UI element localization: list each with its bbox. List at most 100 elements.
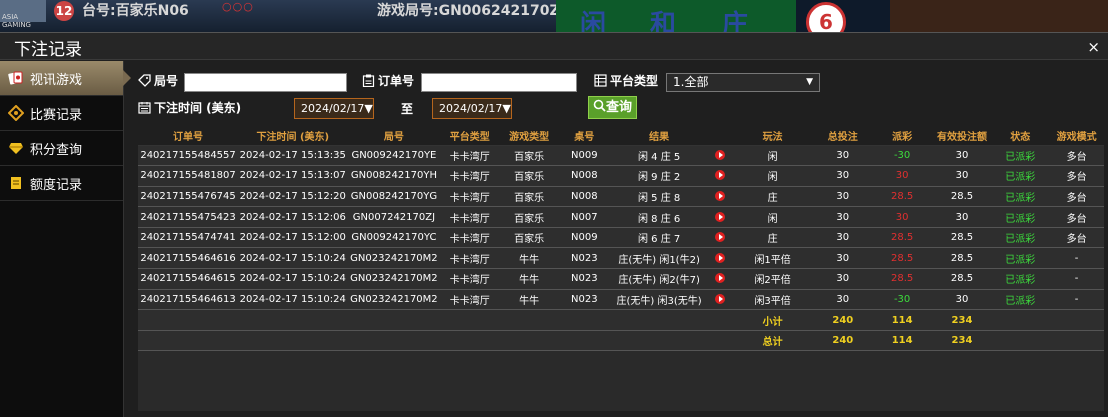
cell-result: 庄(无牛) 闲1(牛2) [609,247,709,270]
cell-valid: 28.5 [932,227,992,249]
cell-platform: 卡卡湾厅 [440,289,500,311]
col-header-replay [708,127,732,146]
board-label-tie: 和 [650,10,677,32]
cell-play: 闲1平倍 [731,247,814,270]
cell-bet: 30 [813,145,872,167]
round-label-text: 局号 [154,74,179,88]
video-replay-icon[interactable] [714,170,725,181]
video-replay-icon[interactable] [714,190,725,201]
cell-bet: 30 [813,268,872,290]
replay-cell [708,268,732,290]
sidebar-item-points-query[interactable]: 积分查询 [0,131,123,166]
cell-play: 闲3平倍 [731,289,814,311]
col-header-result: 结果 [609,127,709,146]
cell-order: 240217155484557 [138,145,239,167]
cell-game: 牛牛 [499,268,560,290]
video-replay-icon[interactable] [714,273,725,284]
cell-payout: 30 [871,165,933,187]
cell-play: 闲 [731,165,814,187]
cell-table: N023 [559,289,610,311]
cell-valid: 28.5 [932,247,992,270]
baccarat-board: 闲 和 庄 [556,0,796,32]
cell-game: 百家乐 [499,165,560,187]
cell-order: 240217155464613 [138,289,239,311]
cell-payout: -30 [871,289,933,311]
cell-valid: 30 [932,165,992,187]
cell-platform: 卡卡湾厅 [440,165,500,187]
col-header-mode: 游戏模式 [1049,127,1104,146]
cell-platform: 卡卡湾厅 [440,247,500,270]
col-header-platform: 平台类型 [440,127,500,146]
cards-icon [8,70,24,86]
search-icon [593,99,606,115]
video-replay-icon[interactable] [714,149,725,160]
sidebar-item-label: 额度记录 [30,177,83,193]
cell-result: 闲 8 庄 6 [609,206,709,228]
caret-down-icon: ▼ [364,102,373,115]
cell-game: 牛牛 [499,247,560,270]
col-header-time: 下注时间 (美东) [238,127,348,146]
col-header-round: 局号 [347,127,441,146]
table-row: 240217155464613 2024-02-17 15:10:24 GN0232… [138,289,1104,311]
query-button[interactable]: 查询 [588,96,638,119]
cell-status: 已派彩 [991,289,1050,311]
board-label-banker: 庄 [722,10,749,32]
col-header-order: 订单号 [138,127,239,146]
replay-cell [708,227,732,249]
cell-platform: 卡卡湾厅 [440,186,500,208]
video-replay-icon[interactable] [714,232,725,243]
col-header-play: 玩法 [731,127,814,146]
cell-mode: - [1049,289,1104,311]
cell-round: GN008242170YG [347,186,441,208]
table-empty-area [138,351,1104,412]
cell-table: N008 [559,186,610,208]
video-replay-icon[interactable] [714,293,725,304]
sidebar-item-live-games[interactable]: 视讯游戏 [0,61,131,96]
cell-time: 2024-02-17 15:10:24 [238,289,348,311]
grid-list-icon [594,74,607,87]
col-header-table: 桌号 [559,127,610,146]
date-from-picker[interactable]: 2024/02/17▼ [294,98,374,119]
video-replay-icon[interactable] [714,211,725,222]
platform-type-select[interactable]: 1.全部 ▼ [666,73,820,92]
platform-label-text: 平台类型 [610,74,659,88]
card-indicators: ○○○ [222,0,254,13]
replay-cell [708,206,732,228]
cell-time: 2024-02-17 15:12:06 [238,206,348,228]
order-number-input[interactable] [421,73,577,92]
subtotal-valid: 234 [932,309,992,331]
close-button[interactable]: × [1087,38,1100,56]
cell-valid: 30 [932,145,992,167]
total-label: 总计 [731,330,814,352]
cell-status: 已派彩 [991,268,1050,290]
video-replay-icon[interactable] [714,252,725,263]
cell-time: 2024-02-17 15:12:20 [238,186,348,208]
table-row: 240217155476745 2024-02-17 15:12:20 GN0082… [138,186,1104,208]
date-to-picker[interactable]: 2024/02/17▼ [432,98,512,119]
cell-payout: 30 [871,206,933,228]
subtotal-row: 小计 240 114 234 [138,309,1104,331]
replay-cell [708,186,732,208]
round-number-input[interactable] [184,73,347,92]
cell-platform: 卡卡湾厅 [440,227,500,249]
replay-cell [708,247,732,270]
main-content: 局号 订单号 平台类型 1.全部 ▼ 下注时间 (美东) 2024/02/17▼… [138,61,1104,417]
replay-cell [708,165,732,187]
sidebar-item-credit-records[interactable]: 额度记录 [0,166,123,201]
cell-mode: - [1049,247,1104,270]
bet-time-filter-label: 下注时间 (美东) [138,99,241,116]
filter-panel: 局号 订单号 平台类型 1.全部 ▼ 下注时间 (美东) 2024/02/17▼… [138,61,1104,127]
platform-selected-value: 1.全部 [673,75,709,89]
cell-round: GN023242170M2 [347,247,441,270]
cell-round: GN023242170M2 [347,268,441,290]
sidebar: 视讯游戏 比赛记录 积分查询 额度记录 [0,61,131,417]
bet-record-dialog: 下注记录 × 视讯游戏 比赛记录 积分查询 额度记录 局号 订单号 平台类型 1… [0,32,1108,417]
subtotal-bet: 240 [813,309,872,331]
cell-time: 2024-02-17 15:13:35 [238,145,348,167]
cell-mode: 多台 [1049,227,1104,249]
sidebar-item-match-records[interactable]: 比赛记录 [0,96,123,131]
table-row: 240217155475423 2024-02-17 15:12:06 GN0072… [138,206,1104,228]
background-game-strip: ASIA GAMING 12 台号:百家乐N06 ○○○ 游戏局号:GN0062… [0,0,1108,32]
calendar-icon [138,101,151,114]
table-row: 240217155474741 2024-02-17 15:12:00 GN0092… [138,227,1104,249]
